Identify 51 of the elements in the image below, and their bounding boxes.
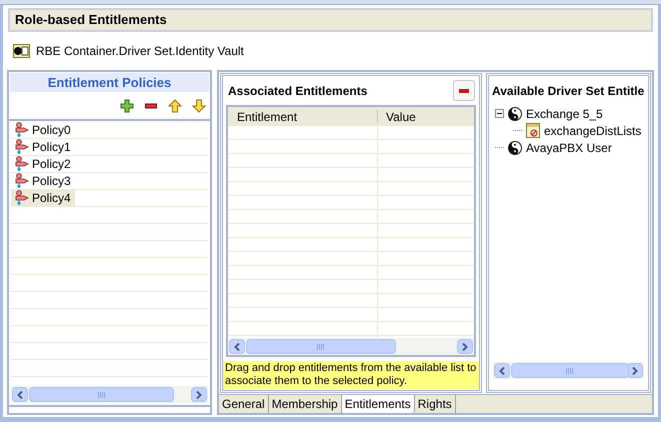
column-header[interactable]: Entitlement — [228, 110, 378, 123]
scroll-left-button[interactable] — [229, 339, 245, 354]
chevron-left-icon — [17, 390, 23, 398]
panel-title: Associated Entitlements — [228, 82, 368, 100]
document-icon — [526, 123, 540, 138]
chevron-right-icon — [196, 390, 202, 398]
scroll-left-button[interactable] — [494, 363, 510, 378]
policy-icon — [14, 122, 31, 138]
policy-icon — [14, 190, 31, 206]
tree-item[interactable]: AvayaPBX User — [526, 138, 612, 156]
move-down-icon[interactable] — [192, 99, 206, 113]
minus-icon — [497, 111, 502, 116]
container-path: RBE Container.Driver Set.Identity Vault — [36, 43, 244, 60]
policy-item[interactable]: Policy1 — [11, 139, 75, 155]
move-up-icon[interactable] — [168, 99, 182, 113]
scroll-thumb[interactable] — [511, 363, 629, 378]
chevron-right-icon — [632, 366, 638, 374]
scroll-right-button[interactable] — [191, 387, 207, 402]
chevron-left-icon — [234, 342, 240, 350]
tree-item[interactable]: Exchange 5_5 — [526, 104, 603, 122]
policy-icon — [14, 156, 31, 172]
yin-yang-icon — [508, 140, 522, 154]
panel-header: Entitlement Policies — [10, 73, 209, 92]
grip-icon — [317, 344, 325, 350]
scroll-left-button[interactable] — [12, 387, 28, 402]
scroll-thumb[interactable] — [246, 339, 396, 354]
chevron-left-icon — [499, 366, 505, 374]
policy-icon — [14, 139, 31, 155]
column-header[interactable]: Value — [378, 108, 416, 126]
add-icon[interactable] — [120, 99, 134, 113]
hint-text: Drag and drop entitlements from the available list to associate them to the selected policy. — [223, 361, 479, 389]
policy-item[interactable]: Policy0 — [11, 122, 75, 138]
chevron-right-icon — [462, 342, 468, 350]
container-icon — [13, 44, 30, 58]
policy-item[interactable]: Policy4 — [11, 190, 75, 206]
grip-icon — [566, 368, 574, 374]
remove-button[interactable] — [453, 80, 475, 101]
policy-item[interactable]: Policy2 — [11, 156, 75, 172]
policy-icon — [14, 173, 31, 189]
minus-icon — [459, 88, 469, 92]
scroll-right-button[interactable] — [627, 363, 643, 378]
tree-item[interactable]: exchangeDistLists — [544, 122, 642, 140]
scroll-right-button[interactable] — [457, 339, 473, 354]
panel-title: Available Driver Set Entitle — [492, 82, 644, 100]
collapse-toggle[interactable] — [495, 109, 504, 118]
page-title: Role-based Entitlements — [8, 8, 653, 32]
policy-item[interactable]: Policy3 — [11, 173, 75, 189]
yin-yang-icon — [508, 106, 522, 120]
grip-icon — [98, 392, 106, 398]
tab[interactable]: Entitlements — [342, 395, 415, 413]
scroll-thumb[interactable] — [29, 387, 174, 402]
